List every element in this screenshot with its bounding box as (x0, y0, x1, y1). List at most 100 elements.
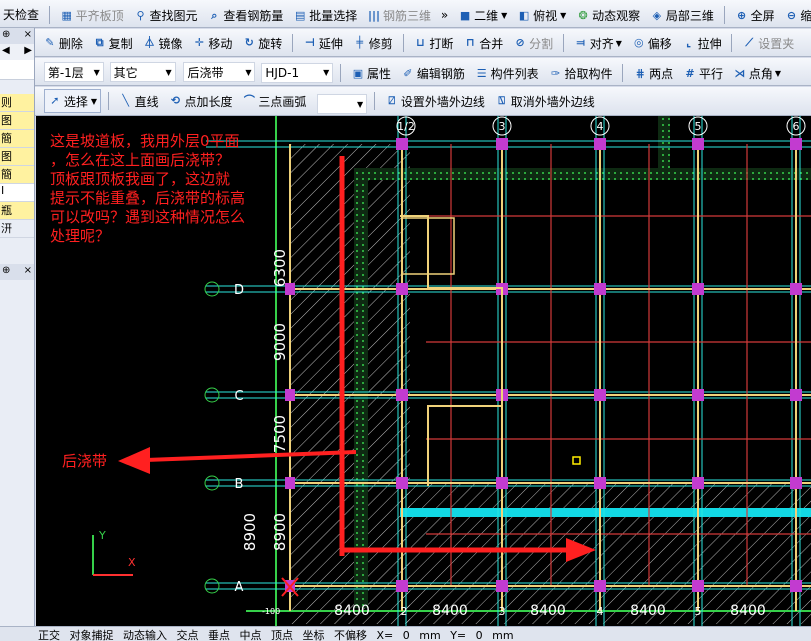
column[interactable] (396, 580, 408, 592)
wall-strip[interactable] (354, 168, 811, 180)
2d-view-dropdown[interactable]: ■ 二维 ▼ (455, 4, 510, 28)
top-view-dropdown[interactable]: ◧ 俯视 ▼ (514, 4, 569, 28)
pick-component-button[interactable]: ✑ 拾取构件 (546, 62, 616, 86)
column[interactable] (790, 138, 802, 150)
check-button[interactable]: 天检查 (0, 2, 42, 26)
column[interactable] (594, 580, 606, 592)
break-button[interactable]: ⊔ 打断 (410, 31, 456, 55)
column[interactable] (594, 477, 606, 489)
trim-button[interactable]: ╪ 修剪 (350, 31, 396, 55)
set-grip-button[interactable]: ⟋ 设置夹 (739, 31, 797, 55)
set-outer-wall-line-button[interactable]: ⍁ 设置外墙外边线 (382, 89, 488, 113)
perpendicular-snap[interactable]: 垂点 (208, 629, 230, 641)
column[interactable] (692, 138, 704, 150)
align-dropdown[interactable]: ⫤ 对齐 ▼ (571, 31, 625, 55)
y-input[interactable]: 0 (476, 629, 483, 641)
column[interactable] (692, 389, 704, 401)
move-button[interactable]: ✛ 移动 (189, 31, 235, 55)
column[interactable] (790, 580, 802, 592)
dynamic-observe-button[interactable]: ❂ 动态观察 (573, 4, 643, 28)
vertex-snap[interactable]: 顶点 (271, 629, 293, 641)
parallel-button[interactable]: # 平行 (680, 62, 726, 86)
arrow-right-icon[interactable]: ▶ (24, 45, 32, 59)
column[interactable] (790, 477, 802, 489)
view-rebar-qty-button[interactable]: ⌕ 查看钢筋量 (204, 4, 286, 28)
tree-item[interactable]: 图 (0, 148, 34, 166)
delete-button[interactable]: ✎ 删除 (40, 31, 86, 55)
tree-item[interactable]: 簡 (0, 166, 34, 184)
tree-item[interactable]: 簡 (0, 130, 34, 148)
dynamic-input-toggle[interactable]: 动态输入 (123, 629, 167, 641)
column[interactable] (396, 389, 408, 401)
column[interactable] (692, 477, 704, 489)
offset-button[interactable]: ◎ 偏移 (629, 31, 675, 55)
pin-icon[interactable]: ⊕ (2, 29, 10, 43)
properties-button[interactable]: ▣ 属性 (348, 62, 394, 86)
offset-select[interactable]: 不偏移 (334, 629, 367, 641)
post-pour-band[interactable] (400, 508, 811, 517)
column[interactable] (496, 477, 508, 489)
pin-icon[interactable]: ⊕ (2, 265, 10, 279)
mirror-button[interactable]: ⏃ 镜像 (140, 31, 186, 55)
cancel-outer-wall-line-button[interactable]: ⍂ 取消外墙外边线 (492, 89, 598, 113)
column[interactable] (692, 283, 704, 295)
column[interactable] (594, 138, 606, 150)
floor-select[interactable]: 第-1层 ▼ (43, 62, 104, 82)
point-angle-button[interactable]: ⋊ 点角 ▼ (730, 62, 784, 86)
column[interactable] (396, 283, 408, 295)
ortho-toggle[interactable]: 正交 (38, 629, 60, 641)
column[interactable] (285, 477, 295, 489)
arrow-left-icon[interactable]: ◀ (2, 45, 10, 59)
close-icon[interactable]: × (24, 29, 32, 43)
column[interactable] (496, 138, 508, 150)
merge-button[interactable]: ⊓ 合并 (460, 31, 506, 55)
object-snap-toggle[interactable]: 对象捕捉 (70, 629, 114, 641)
category-select[interactable]: 其它 ▼ (109, 62, 176, 82)
select-dropdown[interactable]: ➚ 选择 ▼ (43, 89, 101, 113)
column[interactable] (496, 580, 508, 592)
wall-strip[interactable] (354, 168, 368, 608)
align-slab-top-button[interactable]: ▦ 平齐板顶 (57, 4, 127, 28)
local-3d-button[interactable]: ◈ 局部三维 (647, 4, 717, 28)
panel-search[interactable] (0, 60, 34, 80)
name-select[interactable]: HJD-1 ▼ (261, 62, 334, 83)
point-length-button[interactable]: ⟲ 点加长度 (166, 89, 236, 113)
close-icon[interactable]: × (24, 265, 32, 279)
coordinate-snap[interactable]: 坐标 (303, 629, 325, 641)
midpoint-snap[interactable]: 中点 (240, 629, 262, 641)
type-select[interactable]: 后浇带 ▼ (183, 62, 256, 82)
two-points-button[interactable]: ⋕ 两点 (630, 62, 676, 86)
find-element-button[interactable]: ⚲ 查找图元 (131, 4, 201, 28)
x-input[interactable]: 0 (403, 629, 410, 641)
rebar-3d-button[interactable]: ||| 钢筋三维 (364, 4, 434, 28)
tree-item[interactable]: 图 (0, 112, 34, 130)
wall-strip[interactable] (658, 116, 670, 176)
component-list-button[interactable]: ☰ 构件列表 (472, 62, 542, 86)
batch-select-button[interactable]: ▤ 批量选择 (290, 4, 360, 28)
drawing-canvas[interactable]: 1/2 3 4 5 6 D C B A 6300 9000 7500 8900 (36, 116, 811, 626)
column[interactable] (594, 283, 606, 295)
column[interactable] (790, 283, 802, 295)
column[interactable] (396, 477, 408, 489)
tree-item[interactable]: 则 (0, 94, 34, 112)
split-button[interactable]: ⊘ 分割 (510, 31, 556, 55)
tree-item[interactable]: I (0, 184, 34, 202)
extend-button[interactable]: ⊣ 延伸 (300, 31, 346, 55)
tree-item[interactable]: 瓶 (0, 202, 34, 220)
column[interactable] (285, 389, 295, 401)
column[interactable] (790, 389, 802, 401)
fullscreen-button[interactable]: ⊕ 全屏 (732, 4, 778, 28)
intersection-snap[interactable]: 交点 (177, 629, 199, 641)
arc-options-select[interactable]: ▼ (317, 94, 368, 114)
tree-item[interactable]: 汧 (0, 220, 34, 238)
copy-button[interactable]: ⧉ 复制 (90, 31, 136, 55)
three-point-arc-button[interactable]: ⌒ 三点画弧 (239, 89, 309, 113)
zoom-button[interactable]: ⊖缩 (781, 4, 811, 28)
rotate-button[interactable]: ↻ 旋转 (239, 31, 285, 55)
line-button[interactable]: ╲ 直线 (116, 89, 162, 113)
stretch-button[interactable]: ⌞ 拉伸 (679, 31, 725, 55)
column[interactable] (692, 580, 704, 592)
column[interactable] (396, 138, 408, 150)
overflow-button[interactable]: » (438, 3, 451, 27)
column[interactable] (594, 389, 606, 401)
